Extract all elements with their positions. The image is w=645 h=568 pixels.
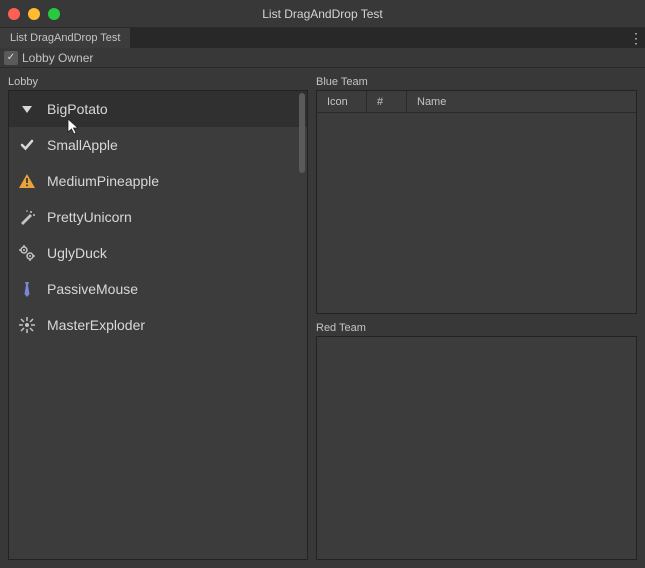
lobby-column: Lobby BigPotato SmallApple [8,76,308,560]
lobby-owner-checkbox[interactable]: ✓ [4,51,18,65]
toolbar: ✓ Lobby Owner [0,48,645,68]
check-icon: ✓ [7,52,15,63]
content: Lobby BigPotato SmallApple [0,68,645,568]
window: List DragAndDrop Test List DragAndDrop T… [0,0,645,568]
teams-column: Blue Team Icon # Name Red Team [316,76,637,560]
player-name: PrettyUnicorn [47,209,132,225]
cogs-icon [17,243,37,263]
tab-spacer [131,28,627,48]
blue-team-label: Blue Team [316,76,637,88]
column-header-name[interactable]: Name [407,91,636,112]
blue-team-table-header: Icon # Name [317,91,636,113]
traffic-lights [8,8,60,20]
lobby-owner-label: Lobby Owner [22,51,93,65]
tie-icon [17,279,37,299]
titlebar: List DragAndDrop Test [0,0,645,28]
kebab-icon: ⋮ [629,30,643,47]
blue-team-panel: Blue Team Icon # Name [316,76,637,314]
list-item[interactable]: UglyDuck [9,235,307,271]
player-name: BigPotato [47,101,108,117]
lobby-list[interactable]: BigPotato SmallApple MediumPineapple [9,91,307,559]
player-name: PassiveMouse [47,281,138,297]
player-name: SmallApple [47,137,118,153]
red-team-label: Red Team [316,322,637,334]
list-item[interactable]: PrettyUnicorn [9,199,307,235]
player-name: UglyDuck [47,245,107,261]
close-window-button[interactable] [8,8,20,20]
list-item[interactable]: MasterExploder [9,307,307,343]
tab-label: List DragAndDrop Test [10,32,120,44]
player-name: MediumPineapple [47,173,159,189]
list-item[interactable]: PassiveMouse [9,271,307,307]
minimize-window-button[interactable] [28,8,40,20]
maximize-window-button[interactable] [48,8,60,20]
column-header-icon[interactable]: Icon [317,91,367,112]
tab-list-draganddrop-test[interactable]: List DragAndDrop Test [0,28,131,48]
tab-menu-button[interactable]: ⋮ [627,28,645,48]
player-name: MasterExploder [47,317,145,333]
window-title: List DragAndDrop Test [0,7,645,21]
triangle-down-icon [17,99,37,119]
burst-icon [17,315,37,335]
list-item[interactable]: MediumPineapple [9,163,307,199]
checkmark-icon [17,135,37,155]
list-item[interactable]: SmallApple [9,127,307,163]
red-team-panel: Red Team [316,322,637,560]
warning-icon [17,171,37,191]
wand-icon [17,207,37,227]
blue-team-box[interactable]: Icon # Name [316,90,637,314]
lobby-label: Lobby [8,76,308,88]
list-item[interactable]: BigPotato [9,91,307,127]
lobby-panel: BigPotato SmallApple MediumPineapple [8,90,308,560]
tabbar: List DragAndDrop Test ⋮ [0,28,645,48]
red-team-box[interactable] [316,336,637,560]
column-header-number[interactable]: # [367,91,407,112]
lobby-scrollbar[interactable] [299,93,305,173]
